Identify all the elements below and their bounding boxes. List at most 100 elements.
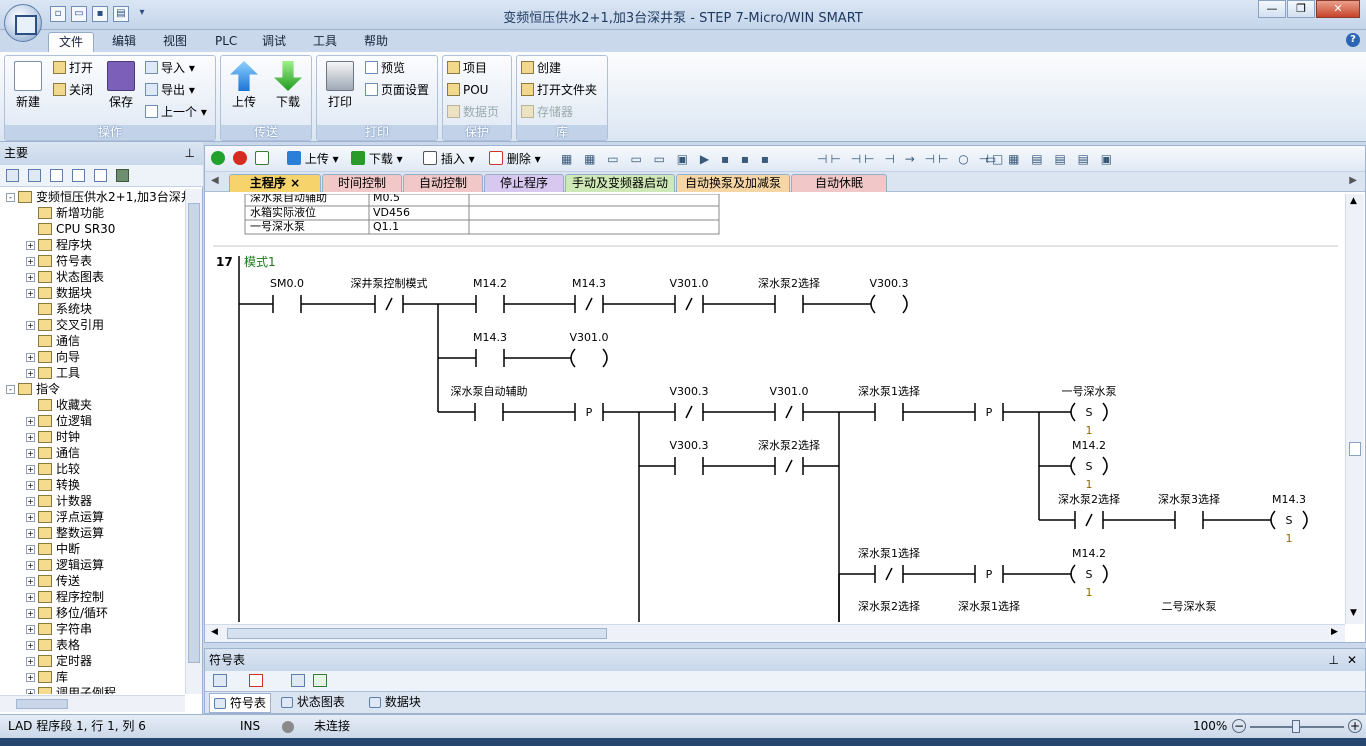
save-button[interactable]: 保存 xyxy=(102,61,140,110)
tree-item[interactable]: + 通信 xyxy=(0,445,185,461)
expand-icon[interactable]: + xyxy=(26,241,35,250)
expand-icon[interactable]: + xyxy=(26,513,35,522)
zoom-out-icon[interactable]: − xyxy=(1232,719,1246,733)
tree-item[interactable]: + 状态图表 xyxy=(0,269,185,285)
ladder-diagram[interactable]: 深水泵自动辅助 M0.5 水箱实际液位 VD456 一号深水泵 Q1.1 17 … xyxy=(213,194,1338,622)
expand-icon[interactable]: + xyxy=(26,641,35,650)
tree-item[interactable]: CPU SR30 xyxy=(0,221,185,237)
open-folder-button[interactable]: 打开文件夹 xyxy=(521,80,597,100)
tab-scroll-left-icon[interactable]: ◀ xyxy=(211,175,219,186)
nc-contact[interactable] xyxy=(674,403,704,421)
tree-item[interactable]: 新增功能 xyxy=(0,205,185,221)
zoom-slider-thumb[interactable] xyxy=(1292,720,1300,733)
expand-icon[interactable]: + xyxy=(26,689,35,694)
monitor-icon[interactable] xyxy=(116,169,129,182)
expand-icon[interactable]: + xyxy=(26,481,35,490)
download-tool-button[interactable]: 下载 ▾ xyxy=(351,150,403,168)
program-tab[interactable]: 时间控制 xyxy=(322,174,402,192)
apply-icon[interactable] xyxy=(313,674,327,687)
tab-plc[interactable]: PLC xyxy=(205,32,247,52)
expand-icon[interactable]: + xyxy=(26,449,35,458)
expand-icon[interactable]: + xyxy=(26,593,35,602)
output-coil[interactable] xyxy=(570,348,608,368)
tree-item[interactable]: + 浮点运算 xyxy=(0,509,185,525)
expand-icon[interactable]: + xyxy=(26,545,35,554)
no-contact[interactable] xyxy=(475,295,505,313)
tree-item[interactable]: + 计数器 xyxy=(0,493,185,509)
page-icon[interactable] xyxy=(94,169,107,182)
memory-button[interactable]: 存储器 xyxy=(521,102,573,122)
tree-item[interactable]: + 字符串 xyxy=(0,621,185,637)
tree-item[interactable]: 收藏夹 xyxy=(0,397,185,413)
program-tab[interactable]: 自动控制 xyxy=(403,174,483,192)
add-symbol-icon[interactable] xyxy=(213,674,227,687)
expand-icon[interactable]: + xyxy=(26,465,35,474)
tab-file[interactable]: 文件 xyxy=(48,32,95,52)
collapse-icon[interactable]: - xyxy=(6,385,15,394)
expand-icon[interactable]: + xyxy=(26,609,35,618)
no-contact[interactable] xyxy=(1174,511,1204,529)
scroll-up-icon[interactable]: ▲ xyxy=(1350,196,1357,206)
program-tab[interactable]: 主程序 × xyxy=(229,174,321,192)
page-setup-button[interactable]: 页面设置 xyxy=(365,80,429,100)
tab-debug[interactable]: 调试 xyxy=(252,32,296,52)
help-icon[interactable]: ? xyxy=(1346,33,1360,47)
tab-edit[interactable]: 编辑 xyxy=(102,32,146,52)
nc-contact[interactable] xyxy=(674,295,704,313)
upload-tool-button[interactable]: 上传 ▾ xyxy=(287,150,339,168)
view-tools[interactable]: ▭ ▦ ▤ ▤ ▤ ▣ xyxy=(985,150,1145,168)
nc-contact[interactable] xyxy=(874,565,904,583)
expand-icon[interactable]: + xyxy=(26,289,35,298)
tree-item[interactable]: + 数据块 xyxy=(0,285,185,301)
no-contact[interactable] xyxy=(774,295,804,313)
scroll-thumb[interactable] xyxy=(227,628,607,639)
minimize-button[interactable]: — xyxy=(1258,0,1286,18)
scroll-right-icon[interactable]: ▶ xyxy=(1331,627,1338,637)
expand-icon[interactable]: + xyxy=(26,577,35,586)
expand-icon[interactable]: + xyxy=(26,561,35,570)
tree-item[interactable]: + 移位/循环 xyxy=(0,605,185,621)
tree-item[interactable]: + 整数运算 xyxy=(0,525,185,541)
zoom-in-icon[interactable]: + xyxy=(1348,719,1362,733)
close-project-button[interactable]: 关闭 xyxy=(53,80,93,100)
tree-item[interactable]: + 中断 xyxy=(0,541,185,557)
insert-button[interactable]: 插入 ▾ xyxy=(423,150,475,168)
tree-item[interactable]: + 比较 xyxy=(0,461,185,477)
tab-symbol-table[interactable]: 符号表 xyxy=(209,693,271,713)
output-coil[interactable] xyxy=(870,294,908,314)
expand-icon[interactable]: + xyxy=(26,433,35,442)
tree-item[interactable]: 通信 xyxy=(0,333,185,349)
tree-item[interactable]: + 向导 xyxy=(0,349,185,365)
program-tab[interactable]: 自动换泵及加减泵 xyxy=(676,174,790,192)
download-button[interactable]: 下载 xyxy=(269,61,307,110)
no-contact[interactable] xyxy=(474,403,504,421)
previous-button[interactable]: 上一个 ▾ xyxy=(145,102,207,122)
compile-button[interactable] xyxy=(255,150,269,168)
tree-item[interactable]: + 工具 xyxy=(0,365,185,381)
expand-icon[interactable]: + xyxy=(26,657,35,666)
scroll-thumb[interactable] xyxy=(1349,442,1361,456)
tree-item[interactable]: + 位逻辑 xyxy=(0,413,185,429)
table-icon[interactable] xyxy=(28,169,41,182)
stop-button[interactable] xyxy=(233,150,247,168)
no-contact[interactable] xyxy=(475,349,505,367)
close-tab-icon[interactable]: × xyxy=(286,176,300,190)
scroll-left-icon[interactable]: ◀ xyxy=(211,627,218,637)
open-button[interactable]: 打开 xyxy=(53,58,93,78)
pin-icon[interactable]: ⊥ xyxy=(1329,649,1339,671)
tree-item[interactable]: + 传送 xyxy=(0,573,185,589)
scroll-down-icon[interactable]: ▼ xyxy=(1350,608,1357,618)
new-button[interactable]: 新建 xyxy=(9,61,47,110)
import-button[interactable]: 导入 ▾ xyxy=(145,58,195,78)
run-button[interactable] xyxy=(211,150,225,168)
refresh-icon[interactable] xyxy=(291,674,305,687)
no-contact[interactable] xyxy=(272,295,302,313)
nc-contact[interactable] xyxy=(574,295,604,313)
tab-data-block[interactable]: 数据块 xyxy=(365,693,425,713)
tab-status-chart[interactable]: 状态图表 xyxy=(277,693,349,713)
tree-item[interactable]: + 符号表 xyxy=(0,253,185,269)
view-icon[interactable] xyxy=(6,169,19,182)
tree-item[interactable]: + 程序控制 xyxy=(0,589,185,605)
expand-icon[interactable]: + xyxy=(26,625,35,634)
editor-vertical-scrollbar[interactable]: ▲ ▼ xyxy=(1345,194,1364,624)
